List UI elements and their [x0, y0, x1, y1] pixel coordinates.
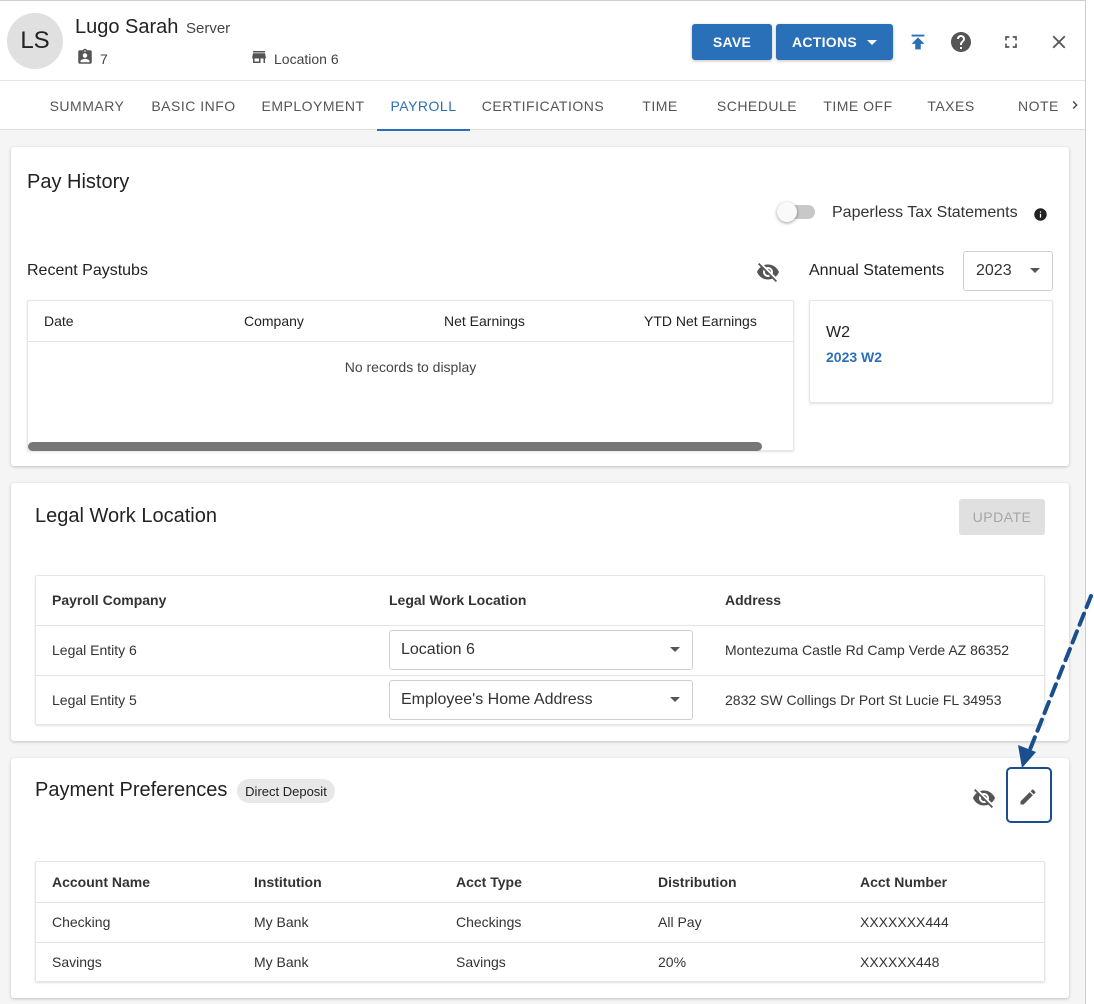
- paperless-toggle[interactable]: [777, 202, 815, 222]
- year-value: 2023: [976, 262, 1012, 279]
- legal-work-location-title: Legal Work Location: [35, 505, 217, 527]
- save-button[interactable]: SAVE: [692, 24, 772, 60]
- toggle-knob: [777, 202, 797, 222]
- paperless-label: Paperless Tax Statements: [832, 204, 1018, 221]
- column-header: Payroll Company: [52, 592, 167, 608]
- acct-number-cell: XXXXXXX444: [860, 914, 949, 930]
- column-header: Address: [725, 592, 782, 608]
- employee-id: 7: [76, 48, 108, 69]
- tab-schedule[interactable]: SCHEDULE: [712, 81, 802, 130]
- legal-work-location-card: Legal Work Location UPDATE Payroll Compa…: [11, 483, 1069, 741]
- tab-summary[interactable]: SUMMARY: [40, 81, 134, 130]
- store-icon: [250, 48, 268, 69]
- profile-tabs: SUMMARY BASIC INFO EMPLOYMENT PAYROLL CE…: [0, 81, 1085, 131]
- tab-employment[interactable]: EMPLOYMENT: [255, 81, 371, 130]
- header-divider: [28, 341, 793, 342]
- address-cell: Montezuma Castle Rd Camp Verde AZ 86352: [725, 642, 1010, 658]
- distribution-cell: All Pay: [658, 914, 702, 930]
- employee-profile-panel: LS Lugo Sarah Server 7 Location 6 SAVE A…: [0, 0, 1086, 1004]
- caret-down-icon: [670, 697, 680, 702]
- visibility-off-icon[interactable]: [756, 260, 780, 289]
- caret-down-icon: [670, 647, 680, 652]
- year-select[interactable]: 2023: [963, 251, 1053, 291]
- tab-time-off[interactable]: TIME OFF: [814, 81, 902, 130]
- payment-preferences-title: Payment Preferences: [35, 779, 228, 801]
- column-header: Acct Type: [456, 874, 522, 890]
- info-icon[interactable]: [1033, 207, 1048, 227]
- row-divider: [36, 625, 1044, 626]
- acct-type-cell: Checkings: [456, 914, 522, 930]
- account-name-cell: Checking: [52, 914, 111, 930]
- legal-location-value: Location 6: [401, 641, 475, 658]
- upload-icon[interactable]: [906, 30, 930, 54]
- fullscreen-icon[interactable]: [999, 30, 1023, 54]
- column-header[interactable]: Company: [244, 313, 304, 329]
- help-icon[interactable]: [949, 30, 973, 54]
- payroll-company-cell: Legal Entity 6: [52, 642, 137, 658]
- caret-down-icon: [1030, 268, 1040, 273]
- tab-payroll[interactable]: PAYROLL: [377, 81, 470, 131]
- pencil-icon[interactable]: [1018, 787, 1038, 812]
- address-cell: 2832 SW Collings Dr Port St Lucie FL 349…: [725, 692, 1002, 708]
- w2-link[interactable]: 2023 W2: [826, 349, 882, 365]
- column-header: Acct Number: [860, 874, 948, 890]
- actions-button[interactable]: ACTIONS: [776, 24, 893, 60]
- caret-down-icon: [867, 39, 878, 45]
- employee-location-value: Location 6: [274, 50, 339, 67]
- statement-type: W2: [826, 324, 850, 341]
- pay-history-title: Pay History: [27, 171, 130, 193]
- actions-label: ACTIONS: [791, 34, 858, 50]
- payment-preferences-card: Payment Preferences Direct Deposit Accou…: [11, 758, 1069, 998]
- institution-cell: My Bank: [254, 954, 309, 970]
- avatar: LS: [7, 13, 63, 69]
- paystubs-grid: Date Company Net Earnings YTD Net Earnin…: [27, 300, 794, 451]
- acct-type-cell: Savings: [456, 954, 506, 970]
- column-header[interactable]: Net Earnings: [444, 313, 525, 329]
- visibility-off-icon[interactable]: [972, 786, 996, 815]
- employee-role: Server: [186, 20, 231, 37]
- chevron-right-icon[interactable]: [1066, 93, 1084, 117]
- badge-icon: [76, 48, 94, 69]
- employee-name: Lugo Sarah: [75, 16, 179, 38]
- column-header: Distribution: [658, 874, 737, 890]
- legal-location-table: Payroll Company Legal Work Location Addr…: [35, 575, 1045, 725]
- column-header: Account Name: [52, 874, 151, 890]
- row-divider: [36, 675, 1044, 676]
- tab-time[interactable]: TIME: [620, 81, 700, 130]
- annual-statements-label: Annual Statements: [809, 262, 945, 279]
- legal-location-select[interactable]: Employee's Home Address: [389, 680, 693, 720]
- profile-header: LS Lugo Sarah Server 7 Location 6 SAVE A…: [0, 1, 1085, 81]
- column-header[interactable]: YTD Net Earnings: [644, 313, 757, 329]
- column-header: Institution: [254, 874, 322, 890]
- column-header[interactable]: Date: [44, 313, 74, 329]
- tab-taxes[interactable]: TAXES: [914, 81, 988, 130]
- institution-cell: My Bank: [254, 914, 309, 930]
- employee-location: Location 6: [250, 48, 339, 69]
- account-name-cell: Savings: [52, 954, 102, 970]
- tab-note[interactable]: NOTE: [1005, 81, 1067, 130]
- row-divider: [36, 942, 1044, 943]
- acct-number-cell: XXXXXX448: [860, 954, 940, 970]
- legal-location-value: Employee's Home Address: [401, 691, 593, 708]
- row-divider: [36, 902, 1044, 903]
- close-icon[interactable]: [1047, 30, 1071, 54]
- pay-history-card: Pay History Paperless Tax Statements Rec…: [11, 147, 1069, 466]
- payment-type-badge: Direct Deposit: [237, 779, 335, 803]
- w2-statement-card: W2 2023 W2: [809, 300, 1053, 403]
- tab-certifications[interactable]: CERTIFICATIONS: [478, 81, 608, 130]
- employee-id-value: 7: [100, 50, 108, 67]
- payroll-company-cell: Legal Entity 5: [52, 692, 137, 708]
- horizontal-scrollbar[interactable]: [28, 442, 762, 451]
- distribution-cell: 20%: [658, 954, 687, 970]
- payment-accounts-table: Account Name Institution Acct Type Distr…: [35, 861, 1045, 982]
- tab-basic-info[interactable]: BASIC INFO: [144, 81, 243, 130]
- legal-location-select[interactable]: Location 6: [389, 630, 693, 670]
- update-button[interactable]: UPDATE: [959, 499, 1045, 535]
- empty-message: No records to display: [344, 359, 477, 375]
- column-header: Legal Work Location: [389, 592, 527, 608]
- recent-paystubs-label: Recent Paystubs: [27, 262, 148, 279]
